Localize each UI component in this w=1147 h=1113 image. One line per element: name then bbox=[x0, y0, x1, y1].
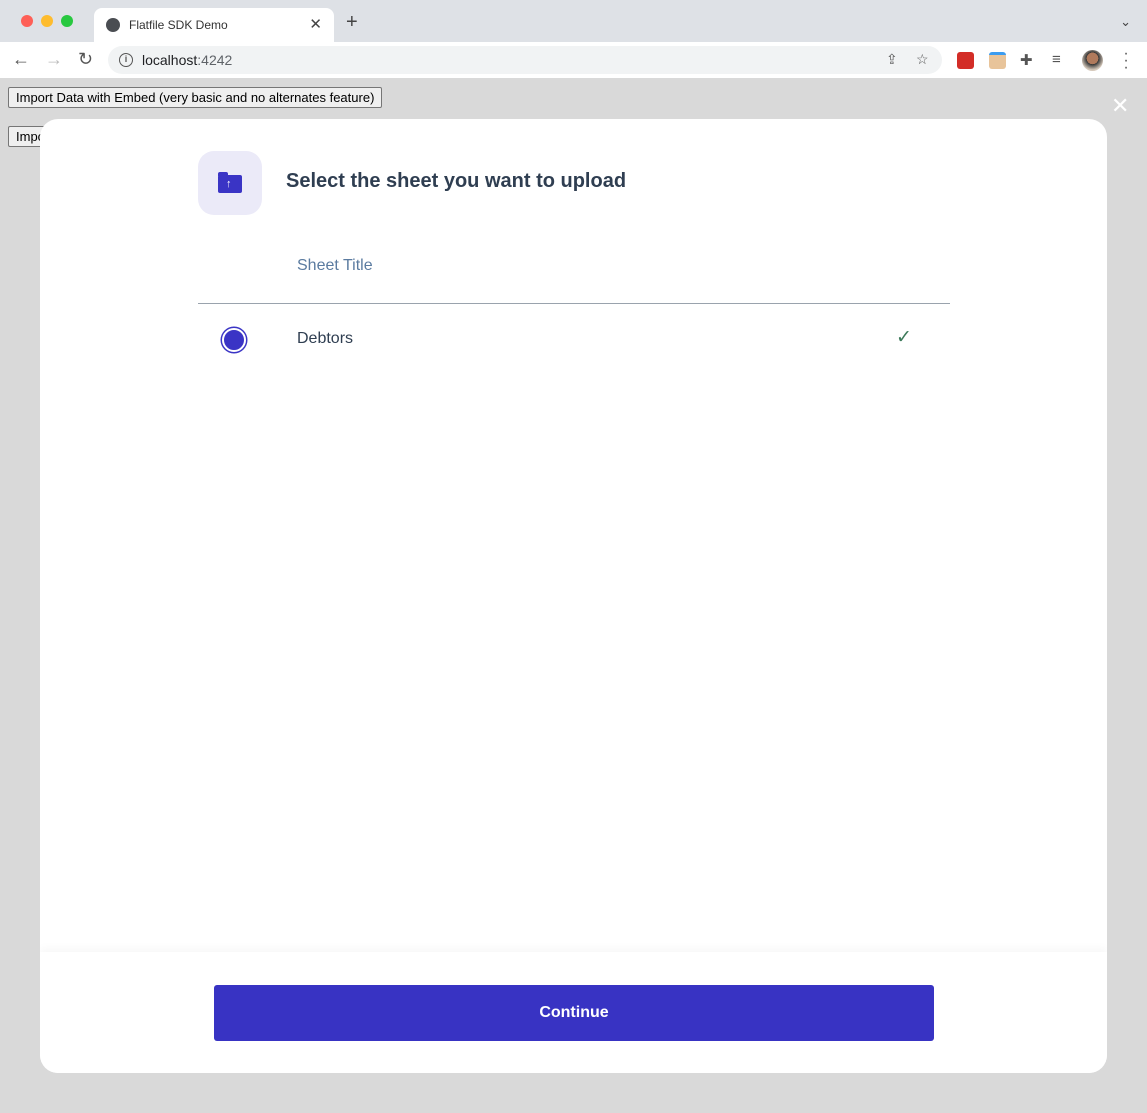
new-tab-button[interactable]: + bbox=[346, 12, 358, 32]
url-host: localhost bbox=[142, 52, 198, 68]
checkmark-icon: ✓ bbox=[896, 327, 912, 348]
sheet-select-modal: ↑ Select the sheet you want to upload Sh… bbox=[40, 119, 1107, 1073]
tab-search-chevron-icon[interactable]: ⌄ bbox=[1120, 14, 1131, 30]
globe-icon bbox=[106, 18, 120, 32]
continue-button[interactable]: Continue bbox=[214, 985, 934, 1041]
lastpass-extension-icon[interactable] bbox=[957, 52, 974, 69]
header-divider bbox=[198, 303, 950, 304]
close-modal-icon[interactable]: ✕ bbox=[1111, 95, 1129, 117]
upload-icon-box: ↑ bbox=[198, 151, 262, 215]
folder-upload-icon: ↑ bbox=[218, 172, 242, 193]
url-port: :4242 bbox=[197, 52, 233, 68]
browser-tab[interactable]: Flatfile SDK Demo ✕ bbox=[94, 8, 334, 42]
tab-bar: Flatfile SDK Demo ✕ + ⌄ bbox=[0, 0, 1147, 42]
close-window-button[interactable] bbox=[21, 15, 33, 27]
forward-icon[interactable]: → bbox=[45, 49, 63, 70]
address-bar[interactable]: i localhost:4242 ⇪ ☆ bbox=[108, 46, 942, 74]
extensions-puzzle-icon[interactable]: ✚ bbox=[1020, 51, 1033, 69]
modal-title: Select the sheet you want to upload bbox=[286, 170, 627, 192]
bookmark-star-icon[interactable]: ☆ bbox=[916, 51, 929, 68]
sheet-row-label[interactable]: Debtors bbox=[297, 330, 353, 348]
extension-face-icon[interactable] bbox=[989, 52, 1006, 69]
browser-menu-icon[interactable]: · · · bbox=[1122, 46, 1130, 76]
minimize-window-button[interactable] bbox=[41, 15, 53, 27]
sheet-radio-debtors[interactable] bbox=[222, 328, 246, 352]
maximize-window-button[interactable] bbox=[61, 15, 73, 27]
column-header-sheet-title: Sheet Title bbox=[297, 257, 373, 274]
back-icon[interactable]: ← bbox=[12, 49, 30, 70]
import-embed-button[interactable]: Import Data with Embed (very basic and n… bbox=[8, 87, 383, 108]
browser-toolbar: ← → ↻ i localhost:4242 ⇪ ☆ ✚ ≡ · · · bbox=[0, 42, 1147, 78]
tab-title: Flatfile SDK Demo bbox=[129, 18, 228, 32]
close-tab-icon[interactable]: ✕ bbox=[309, 15, 322, 33]
share-icon[interactable]: ⇪ bbox=[886, 51, 898, 68]
reload-icon[interactable]: ↻ bbox=[78, 49, 93, 70]
profile-avatar[interactable] bbox=[1082, 50, 1103, 71]
media-control-icon[interactable]: ≡ bbox=[1052, 51, 1061, 68]
info-icon[interactable]: i bbox=[119, 53, 133, 67]
modal-footer: Continue bbox=[40, 952, 1107, 1073]
